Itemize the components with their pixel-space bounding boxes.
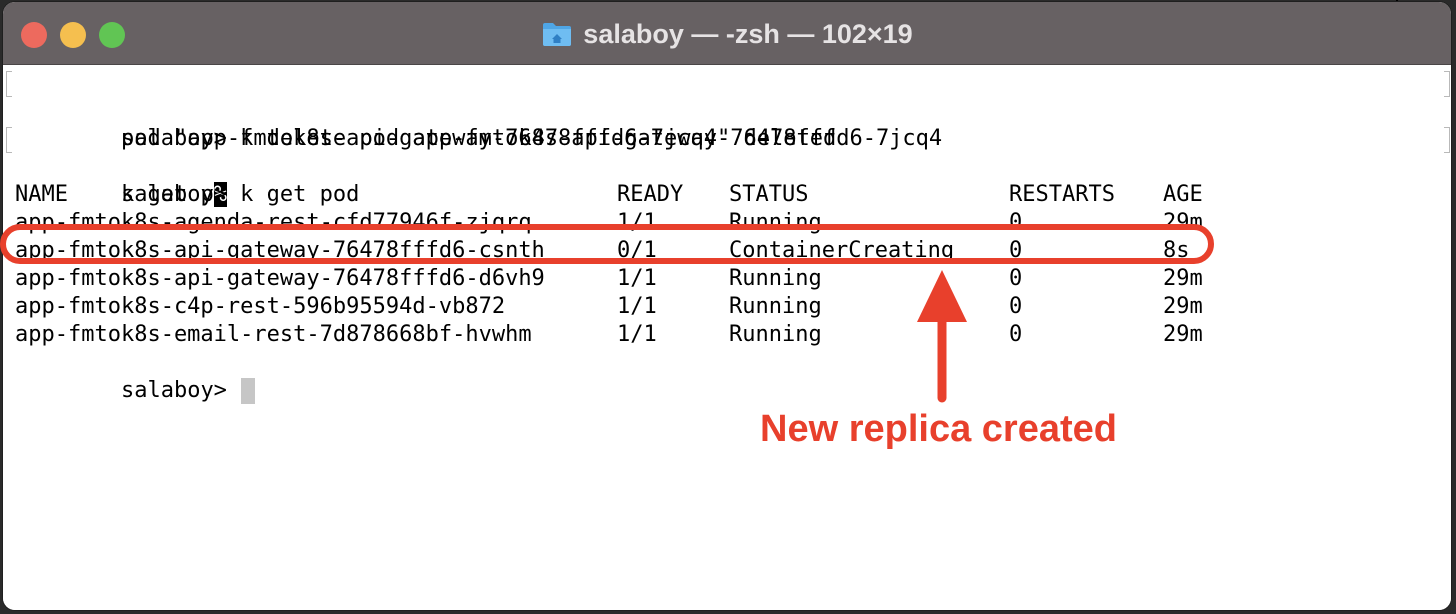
annotation-label: New replica created <box>760 408 1117 450</box>
annotation-arrow-icon <box>917 270 967 403</box>
